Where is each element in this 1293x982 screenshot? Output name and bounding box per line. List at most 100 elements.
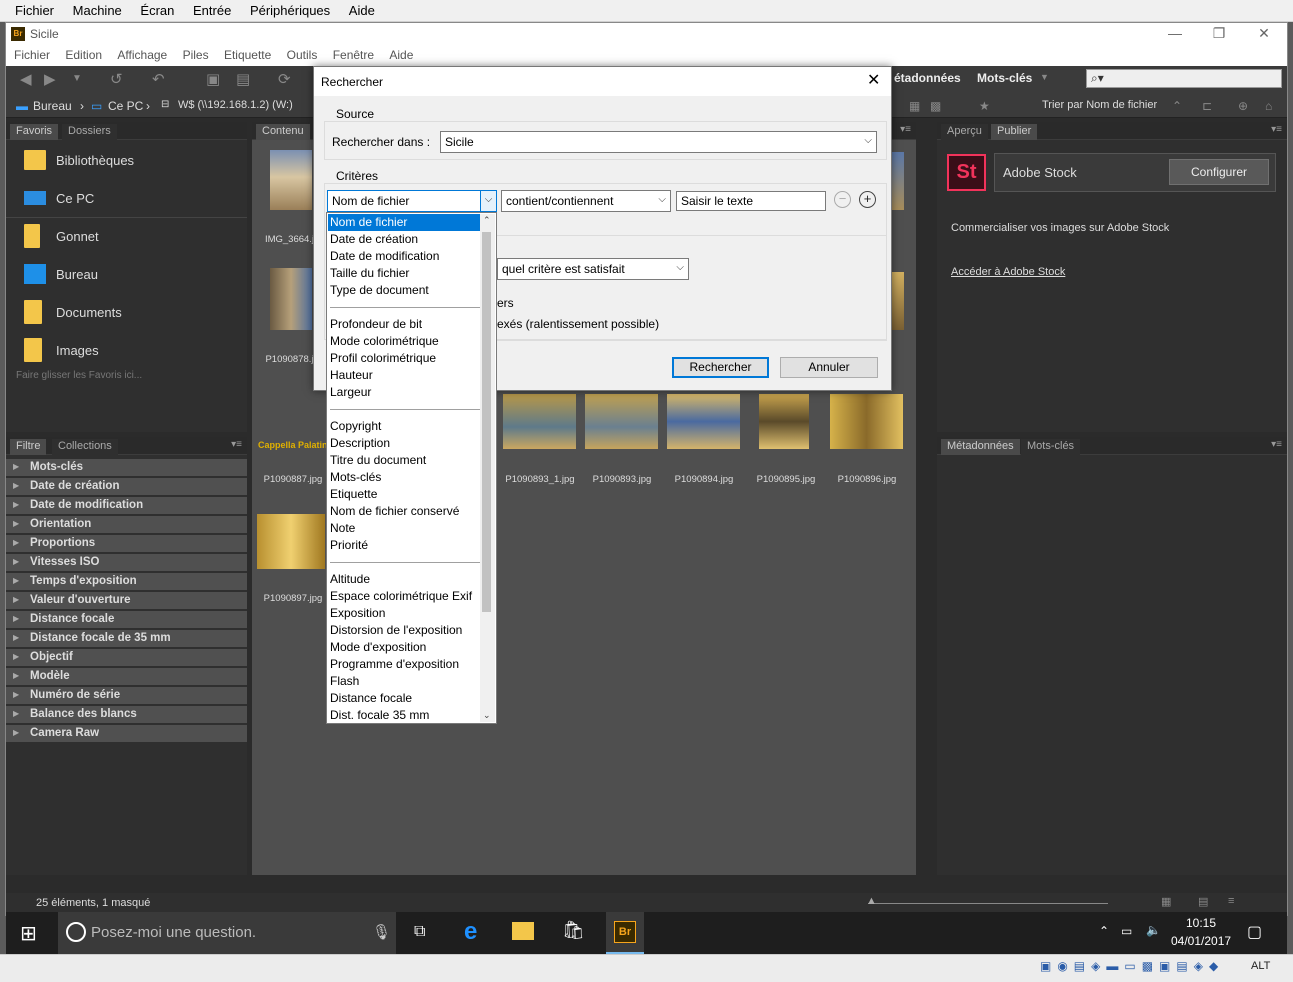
dropdown-option[interactable]: Mots-clés — [330, 469, 480, 486]
expand-arrow-icon[interactable]: ▶ — [13, 709, 19, 718]
path-network[interactable]: W$ (\\192.168.1.2) (W:) — [178, 99, 293, 111]
file-explorer-icon[interactable] — [512, 922, 534, 940]
filter-row[interactable]: ▶ Mots-clés — [6, 459, 247, 477]
dropdown-option[interactable]: Hauteur — [330, 367, 480, 384]
filter-row[interactable]: ▶ Balance des blancs — [6, 706, 247, 724]
dropdown-option[interactable]: Dist. focale 35 mm — [330, 707, 480, 724]
expand-arrow-icon[interactable]: ▶ — [13, 728, 19, 737]
volume-icon[interactable]: 🔈 — [1146, 923, 1161, 937]
grid-icon[interactable]: ▦ — [909, 99, 920, 113]
filter-row[interactable]: ▶ Vitesses ISO — [6, 554, 247, 572]
dialog-close-icon[interactable]: ✕ — [867, 70, 880, 90]
expand-arrow-icon[interactable]: ▶ — [13, 633, 19, 642]
windows-start-icon[interactable]: ⊞ — [20, 921, 37, 946]
menu-fenetre[interactable]: Fenêtre — [333, 46, 374, 62]
tab-filtre[interactable]: Filtre — [10, 439, 47, 455]
dropdown-option[interactable]: Espace colorimétrique Exif — [330, 588, 480, 605]
vm-menu-aide[interactable]: Aide — [349, 0, 375, 18]
tab-dossiers[interactable]: Dossiers — [62, 124, 117, 140]
tab-favoris[interactable]: Favoris — [10, 124, 59, 140]
dropdown-option[interactable]: Priorité — [330, 537, 480, 554]
expand-arrow-icon[interactable]: ▶ — [13, 614, 19, 623]
filter-row[interactable]: ▶ Objectif — [6, 649, 247, 667]
include-subfolders-label[interactable]: ers — [497, 296, 514, 310]
dropdown-option[interactable]: Profil colorimétrique — [330, 350, 480, 367]
menu-edition[interactable]: Edition — [65, 46, 102, 62]
dropdown-option[interactable]: Flash — [330, 673, 480, 690]
thumbnail[interactable] — [830, 394, 903, 449]
menu-fichier[interactable]: Fichier — [14, 46, 50, 62]
filter-row[interactable]: ▶ Modèle — [6, 668, 247, 686]
scrollbar-thumb[interactable] — [482, 232, 491, 612]
expand-arrow-icon[interactable]: ▶ — [13, 576, 19, 585]
sort-direction-icon[interactable]: ⌃ — [1172, 99, 1182, 113]
store-icon[interactable]: 🛍 — [562, 920, 585, 941]
add-criterion-icon[interactable]: + — [859, 191, 876, 208]
favorite-bibliotheques[interactable]: Bibliothèques — [20, 144, 240, 178]
expand-arrow-icon[interactable]: ▶ — [13, 519, 19, 528]
match-select[interactable]: quel critère est satisfait ⌵ — [497, 258, 689, 280]
dropdown-option[interactable]: Type de document — [330, 282, 480, 299]
trash-icon[interactable]: ⌂ — [1265, 99, 1272, 113]
tray-chevron-icon[interactable]: ⌃ — [1099, 924, 1109, 938]
recent-icon[interactable]: ↺ — [110, 70, 123, 88]
tab-publier[interactable]: Publier — [991, 124, 1038, 140]
vm-menu-peripheriques[interactable]: Périphériques — [250, 0, 330, 18]
filter-row[interactable]: ▶ Date de modification — [6, 497, 247, 515]
clock-date[interactable]: 04/01/2017 — [1171, 934, 1231, 948]
tab-mots-cles[interactable]: Mots-clés — [1021, 439, 1081, 455]
dropdown-option[interactable]: Exposition — [330, 605, 480, 622]
bridge-taskbar-button[interactable]: Br — [606, 912, 644, 954]
sort-selector[interactable]: Trier par Nom de fichier — [1042, 99, 1157, 111]
dropdown-option[interactable]: Nom de fichier conservé — [330, 503, 480, 520]
dropdown-option[interactable]: Mode colorimétrique — [330, 333, 480, 350]
filter-row[interactable]: ▶ Date de création — [6, 478, 247, 496]
thumbnail[interactable] — [667, 394, 740, 449]
filter-row[interactable]: ▶ Numéro de série — [6, 687, 247, 705]
close-icon[interactable]: ✕ — [1253, 25, 1275, 42]
expand-arrow-icon[interactable]: ▶ — [13, 652, 19, 661]
tab-collections[interactable]: Collections — [52, 439, 118, 455]
thumbnail-size-slider[interactable] — [868, 903, 1108, 904]
filter-row[interactable]: ▶ Orientation — [6, 516, 247, 534]
search-button[interactable]: Rechercher — [672, 357, 769, 378]
dropdown-scrollbar[interactable]: ⌃ ⌄ — [480, 214, 495, 722]
configure-button[interactable]: Configurer — [1169, 159, 1269, 185]
expand-arrow-icon[interactable]: ▶ — [13, 538, 19, 547]
workspace-keywords[interactable]: Mots-clés — [977, 71, 1032, 85]
dropdown-option[interactable]: Altitude — [330, 571, 480, 588]
dropdown-option[interactable]: Etiquette — [330, 486, 480, 503]
dropdown-option[interactable]: Taille du fichier — [330, 265, 480, 282]
expand-arrow-icon[interactable]: ▶ — [13, 481, 19, 490]
scroll-up-icon[interactable]: ⌃ — [483, 215, 491, 226]
menu-piles[interactable]: Piles — [183, 46, 209, 62]
favorite-images[interactable]: Images — [20, 334, 240, 368]
workspace-metadata[interactable]: étadonnées — [894, 71, 961, 85]
favorite-ce-pc[interactable]: Ce PC — [20, 182, 240, 216]
filter-row[interactable]: ▶ Distance focale de 35 mm — [6, 630, 247, 648]
favorite-gonnet[interactable]: Gonnet — [20, 220, 240, 254]
dropdown-option[interactable]: Titre du document — [330, 452, 480, 469]
network-icon[interactable]: ▭ — [1121, 924, 1132, 938]
expand-arrow-icon[interactable]: ▶ — [13, 557, 19, 566]
menu-affichage[interactable]: Affichage — [117, 46, 167, 62]
panel-menu-icon[interactable]: ▾≡ — [1271, 124, 1282, 135]
details-view-icon[interactable]: ≡ — [1228, 895, 1234, 907]
cancel-button[interactable]: Annuler — [780, 357, 878, 378]
vm-menu-fichier[interactable]: Fichier — [15, 0, 54, 18]
panel-menu-icon[interactable]: ▾≡ — [900, 124, 911, 135]
tab-apercu[interactable]: Aperçu — [941, 124, 988, 140]
scroll-down-icon[interactable]: ⌄ — [483, 710, 491, 721]
filmstrip-icon[interactable]: ▩ — [930, 99, 941, 113]
remove-criterion-icon[interactable]: − — [834, 191, 851, 208]
include-unindexed-label[interactable]: exés (ralentissement possible) — [497, 317, 659, 331]
task-view-icon[interactable]: ⧉ — [414, 923, 425, 941]
dropdown-option[interactable]: Note — [330, 520, 480, 537]
menu-etiquette[interactable]: Etiquette — [224, 46, 271, 62]
refine-icon[interactable]: ▤ — [236, 70, 250, 88]
thumbnail[interactable] — [759, 394, 809, 449]
menu-aide[interactable]: Aide — [389, 46, 413, 62]
list-view-icon[interactable]: ▤ — [1198, 895, 1208, 908]
path-bureau[interactable]: Bureau — [33, 99, 72, 113]
edge-icon[interactable]: e — [464, 918, 477, 946]
